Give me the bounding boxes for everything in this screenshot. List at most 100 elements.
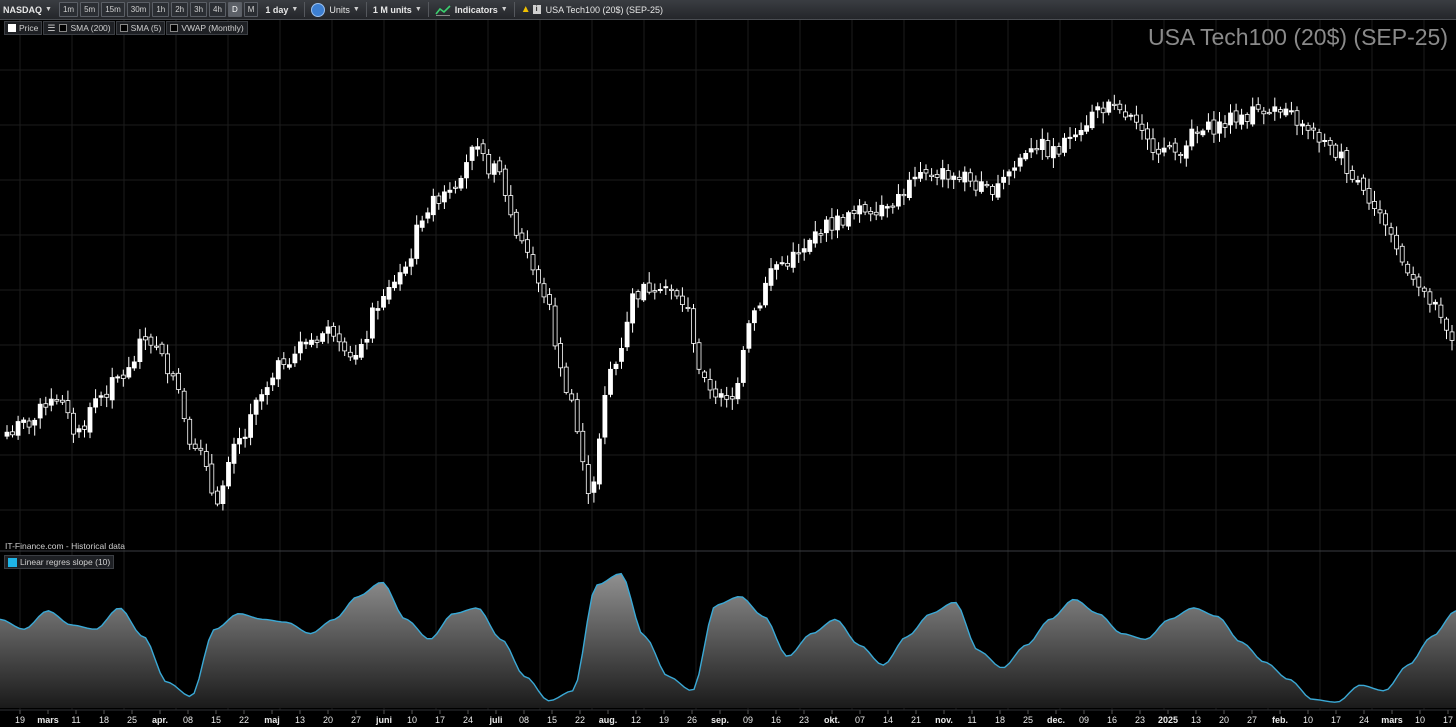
candle-body (569, 393, 575, 401)
candle-body (425, 212, 431, 219)
candle-body (713, 388, 719, 398)
candle-body (674, 290, 680, 297)
candle-body (275, 360, 281, 380)
candle-body (430, 195, 436, 216)
candle-body (1372, 200, 1377, 209)
axis-tick-label: 15 (211, 715, 221, 725)
candle-body (82, 425, 87, 430)
candle-body (1200, 130, 1206, 136)
candle-body (1233, 110, 1239, 123)
axis-tick-label: 08 (519, 715, 529, 725)
candle-body (635, 291, 641, 300)
candle-body (801, 248, 807, 253)
candle-body (358, 343, 364, 358)
candle-body (868, 210, 874, 215)
candle-body (1095, 106, 1101, 111)
candle-body (1206, 121, 1211, 130)
candle-body (65, 400, 71, 414)
candle-body (480, 143, 486, 155)
candle-body (1399, 245, 1405, 263)
candle-body (934, 173, 940, 178)
candle-body (984, 184, 990, 187)
candle-body (209, 463, 215, 494)
axis-tick-label: 16 (1107, 715, 1117, 725)
candle-body (536, 269, 541, 284)
axis-tick-label: 24 (463, 715, 473, 725)
candle-body (1239, 114, 1244, 125)
candle-body (1338, 151, 1344, 159)
candle-body (441, 191, 447, 203)
candle-body (646, 282, 652, 293)
candle-body (1156, 148, 1161, 155)
candle-body (408, 258, 414, 267)
legend-item-price[interactable]: Price (4, 21, 43, 35)
candle-body (331, 325, 337, 337)
candle-body (779, 262, 785, 265)
time-axis[interactable]: 19 mars 11 18 25 apr. 08 15 22 maj 13 20 27 juni 10 17 2… (15, 710, 1453, 725)
candle-body (907, 179, 912, 198)
candle-body (60, 399, 65, 403)
chart-title: USA Tech100 (20$) (SEP-25) (1147, 24, 1448, 50)
axis-tick-label: 2025 (1158, 715, 1178, 725)
candle-body (1366, 187, 1372, 204)
candle-body (159, 343, 165, 355)
candle-body (497, 160, 503, 173)
candle-body (1117, 103, 1123, 111)
candle-body (1438, 304, 1444, 318)
candle-body (1034, 148, 1040, 151)
candle-body (170, 373, 176, 377)
candle-body (1361, 177, 1366, 191)
candle-body (641, 283, 647, 301)
axis-tick-label: sep. (711, 715, 729, 725)
checkbox-icon[interactable] (170, 24, 179, 32)
axis-tick-label: 22 (239, 715, 249, 725)
candle-body (71, 412, 76, 435)
candle-body (696, 342, 702, 370)
candle-body (1294, 110, 1300, 126)
candle-body (718, 393, 724, 398)
candle-body (624, 321, 630, 348)
legend-list-button[interactable]: ☰ SMA (200) (43, 21, 115, 35)
candle-body (1106, 101, 1112, 113)
axis-tick-label: 13 (1191, 715, 1201, 725)
candle-body (1172, 142, 1178, 153)
candle-body (840, 216, 846, 226)
legend-item-linear-regression[interactable]: Linear regres slope (10) (4, 555, 115, 569)
price-swatch-icon (8, 24, 16, 32)
candle-body (336, 333, 342, 343)
candle-body (763, 282, 768, 306)
axis-tick-label: 08 (183, 715, 193, 725)
candle-body (1128, 114, 1134, 117)
candle-body (1344, 150, 1350, 174)
axis-tick-label: aug. (599, 715, 618, 725)
candle-body (342, 341, 348, 352)
candle-body (995, 183, 1001, 198)
checkbox-icon[interactable] (59, 24, 68, 32)
candle-body (757, 305, 763, 309)
candle-body (281, 358, 287, 365)
candle-body (940, 168, 946, 180)
candle-body (1006, 171, 1012, 177)
candle-body (1322, 139, 1328, 142)
candle-body (142, 336, 148, 341)
candle-body (1134, 114, 1139, 123)
candle-body (740, 349, 746, 383)
candle-body (198, 447, 204, 451)
price-chart[interactable]: 19 mars 11 18 25 apr. 08 15 22 maj 13 20 27 juni 10 17 2… (0, 0, 1456, 727)
checkbox-icon[interactable] (119, 24, 128, 32)
candle-body (148, 336, 154, 346)
legend-item-vwap[interactable]: VWAP (Monthly) (166, 21, 248, 35)
legend-item-sma5[interactable]: SMA (5) (115, 21, 166, 35)
candle-body (1222, 123, 1228, 128)
axis-tick-label: 26 (687, 715, 697, 725)
candle-body (419, 220, 425, 228)
candle-body (857, 205, 862, 215)
candle-body (591, 481, 597, 493)
candle-body (447, 189, 453, 193)
candle-body (602, 394, 608, 438)
candle-body (181, 390, 187, 420)
candle-body (1261, 110, 1267, 115)
candle-body (203, 451, 209, 467)
axis-tick-label: 21 (911, 715, 921, 725)
candle-body (403, 266, 409, 274)
